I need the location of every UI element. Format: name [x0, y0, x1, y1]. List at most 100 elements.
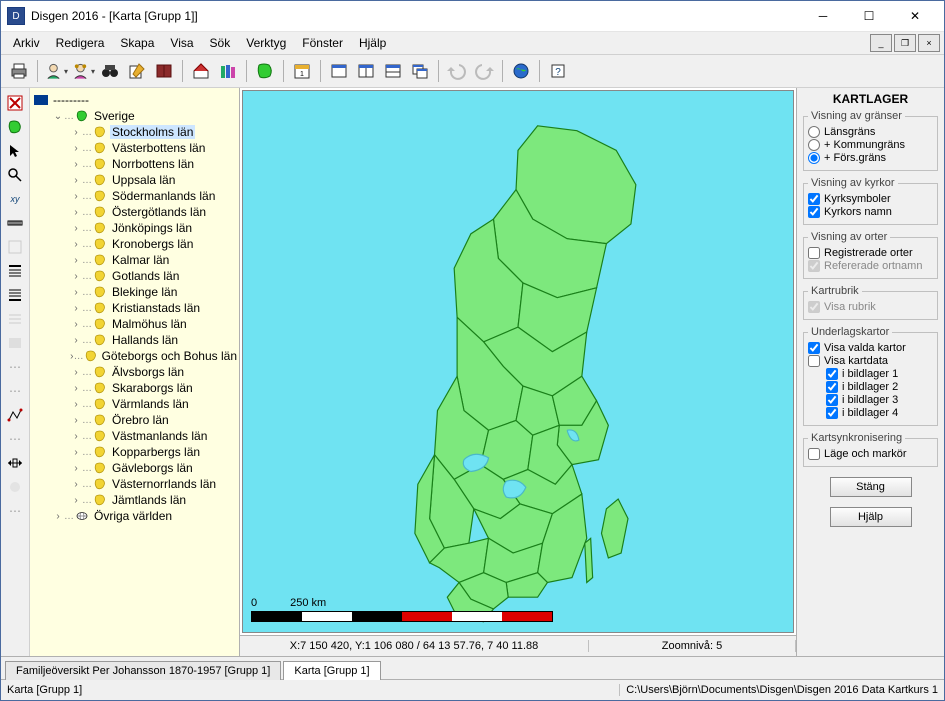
menu-hjalp[interactable]: Hjälp — [351, 34, 394, 52]
calendar-button[interactable]: 1 — [290, 59, 314, 83]
check-bildlager-4[interactable]: i bildlager 4 — [826, 407, 933, 419]
map-shape-icon[interactable] — [4, 116, 26, 138]
tree-item[interactable]: ›…Älvsborgs län — [70, 364, 239, 380]
tree-panel[interactable]: ---------⌄…Sverige›…Stockholms län›…Väst… — [30, 88, 240, 656]
tree-label: Skaraborgs län — [110, 381, 195, 395]
lines-bottom-icon[interactable] — [4, 284, 26, 306]
tree-label: Norrbottens län — [110, 157, 196, 171]
tree-item[interactable]: ›…Uppsala län — [70, 172, 239, 188]
tree-item[interactable]: ›…Jämtlands län — [70, 492, 239, 508]
tab-family-overview[interactable]: Familjeöversikt Per Johansson 1870-1957 … — [5, 661, 281, 680]
tree-icon — [93, 493, 107, 507]
rubrik-legend: Kartrubrik — [808, 285, 862, 297]
tree-item[interactable]: ›…Gävleborgs län — [70, 460, 239, 476]
tree-item[interactable]: ›…Västmanlands län — [70, 428, 239, 444]
tree-item[interactable]: ›…Malmöhus län — [70, 316, 239, 332]
edit-note-button[interactable] — [125, 59, 149, 83]
tree-item[interactable]: ›…Östergötlands län — [70, 204, 239, 220]
tree-icon — [93, 237, 107, 251]
menu-redigera[interactable]: Redigera — [48, 34, 113, 52]
tree-item[interactable]: ›…Kopparbergs län — [70, 444, 239, 460]
ruler-icon[interactable] — [4, 212, 26, 234]
map-green-button[interactable] — [253, 59, 277, 83]
globe-button[interactable] — [509, 59, 533, 83]
check-registrerade-orter[interactable]: Registrerade orter — [808, 247, 933, 259]
tree-item[interactable]: ›…Örebro län — [70, 412, 239, 428]
window-cascade-button[interactable] — [408, 59, 432, 83]
tree-item[interactable]: ›…Kalmar län — [70, 252, 239, 268]
check-bildlager-1[interactable]: i bildlager 1 — [826, 368, 933, 380]
home-button[interactable] — [189, 59, 213, 83]
minimize-button[interactable]: ─ — [800, 1, 846, 31]
radio-lansgrans[interactable]: Länsgräns — [808, 126, 933, 138]
placeholder-icon-1 — [4, 236, 26, 258]
menu-verktyg[interactable]: Verktyg — [238, 34, 294, 52]
tree-item[interactable]: ›…Göteborgs och Bohus län — [70, 348, 239, 364]
window-split-h-button[interactable] — [381, 59, 405, 83]
check-lage-markor[interactable]: Läge och markör — [808, 448, 933, 460]
check-kyrkors-namn[interactable]: Kyrkors namn — [808, 206, 933, 218]
undo-button[interactable] — [445, 59, 469, 83]
borders-legend: Visning av gränser — [808, 110, 905, 122]
mdi-restore-button[interactable]: ❐ — [894, 34, 916, 52]
xy-icon[interactable]: xy — [4, 188, 26, 210]
tree-item[interactable]: ›…Västerbottens län — [70, 140, 239, 156]
tree-item[interactable]: ›…Gotlands län — [70, 268, 239, 284]
tree-item[interactable]: ›…Kristianstads län — [70, 300, 239, 316]
person-male-button[interactable] — [44, 59, 68, 83]
mdi-minimize-button[interactable]: _ — [870, 34, 892, 52]
menu-visa[interactable]: Visa — [162, 34, 201, 52]
tree-item[interactable]: ›…Värmlands län — [70, 396, 239, 412]
maximize-button[interactable]: ☐ — [846, 1, 892, 31]
pointer-icon[interactable] — [4, 140, 26, 162]
menu-sok[interactable]: Sök — [202, 34, 239, 52]
radio-kommungrans[interactable]: + Kommungräns — [808, 139, 933, 151]
book-button[interactable] — [152, 59, 176, 83]
tree-item[interactable]: ›…Jönköpings län — [70, 220, 239, 236]
tree-icon — [93, 221, 107, 235]
tree-icon — [93, 189, 107, 203]
help-panel-button[interactable]: Hjälp — [830, 507, 912, 527]
window-single-button[interactable] — [327, 59, 351, 83]
close-panel-button[interactable]: Stäng — [830, 477, 912, 497]
tab-karta[interactable]: Karta [Grupp 1] — [283, 661, 380, 680]
binoculars-button[interactable] — [98, 59, 122, 83]
tree-item[interactable]: ›…Södermanlands län — [70, 188, 239, 204]
radio-forsgrans[interactable]: + Förs.gräns — [808, 152, 933, 164]
align-h-icon[interactable] — [4, 452, 26, 474]
menu-skapa[interactable]: Skapa — [112, 34, 162, 52]
tree-item[interactable]: ›…Skaraborgs län — [70, 380, 239, 396]
tree-country[interactable]: ⌄…Sverige — [52, 108, 239, 124]
redo-button[interactable] — [472, 59, 496, 83]
books-colored-button[interactable] — [216, 59, 240, 83]
lines-top-icon[interactable] — [4, 260, 26, 282]
check-visa-valda-kartor[interactable]: Visa valda kartor — [808, 342, 933, 354]
check-kyrksymboler[interactable]: Kyrksymboler — [808, 193, 933, 205]
tree-item[interactable]: ›…Blekinge län — [70, 284, 239, 300]
check-visa-kartdata[interactable]: Visa kartdata — [808, 355, 933, 367]
window-split-v-button[interactable] — [354, 59, 378, 83]
tree-item[interactable]: ›…Norrbottens län — [70, 156, 239, 172]
close-button[interactable]: ✕ — [892, 1, 938, 31]
tree-item[interactable]: ›…Kronobergs län — [70, 236, 239, 252]
print-button[interactable] — [7, 59, 31, 83]
tree-item[interactable]: ›…Övriga världen — [52, 508, 239, 524]
zoom-icon[interactable] — [4, 164, 26, 186]
check-bildlager-3[interactable]: i bildlager 3 — [826, 394, 933, 406]
map-canvas[interactable]: 0 250 km — [242, 90, 794, 633]
barcode-icon — [4, 332, 26, 354]
path-tool-icon[interactable] — [4, 404, 26, 426]
tree-item[interactable]: ›…Västernorrlands län — [70, 476, 239, 492]
menu-fonster[interactable]: Fönster — [294, 34, 351, 52]
tree-label: Övriga världen — [92, 509, 174, 523]
tree-item[interactable]: ›…Hallands län — [70, 332, 239, 348]
close-x-icon[interactable] — [4, 92, 26, 114]
tree-item[interactable]: ›…Stockholms län — [70, 124, 239, 140]
person-female-button[interactable] — [71, 59, 95, 83]
help-button[interactable]: ? — [546, 59, 570, 83]
menu-arkiv[interactable]: Arkiv — [5, 34, 48, 52]
check-bildlager-2[interactable]: i bildlager 2 — [826, 381, 933, 393]
tree-root-item[interactable]: --------- — [34, 92, 239, 108]
mdi-close-button[interactable]: × — [918, 34, 940, 52]
tree-label: Kalmar län — [110, 253, 171, 267]
